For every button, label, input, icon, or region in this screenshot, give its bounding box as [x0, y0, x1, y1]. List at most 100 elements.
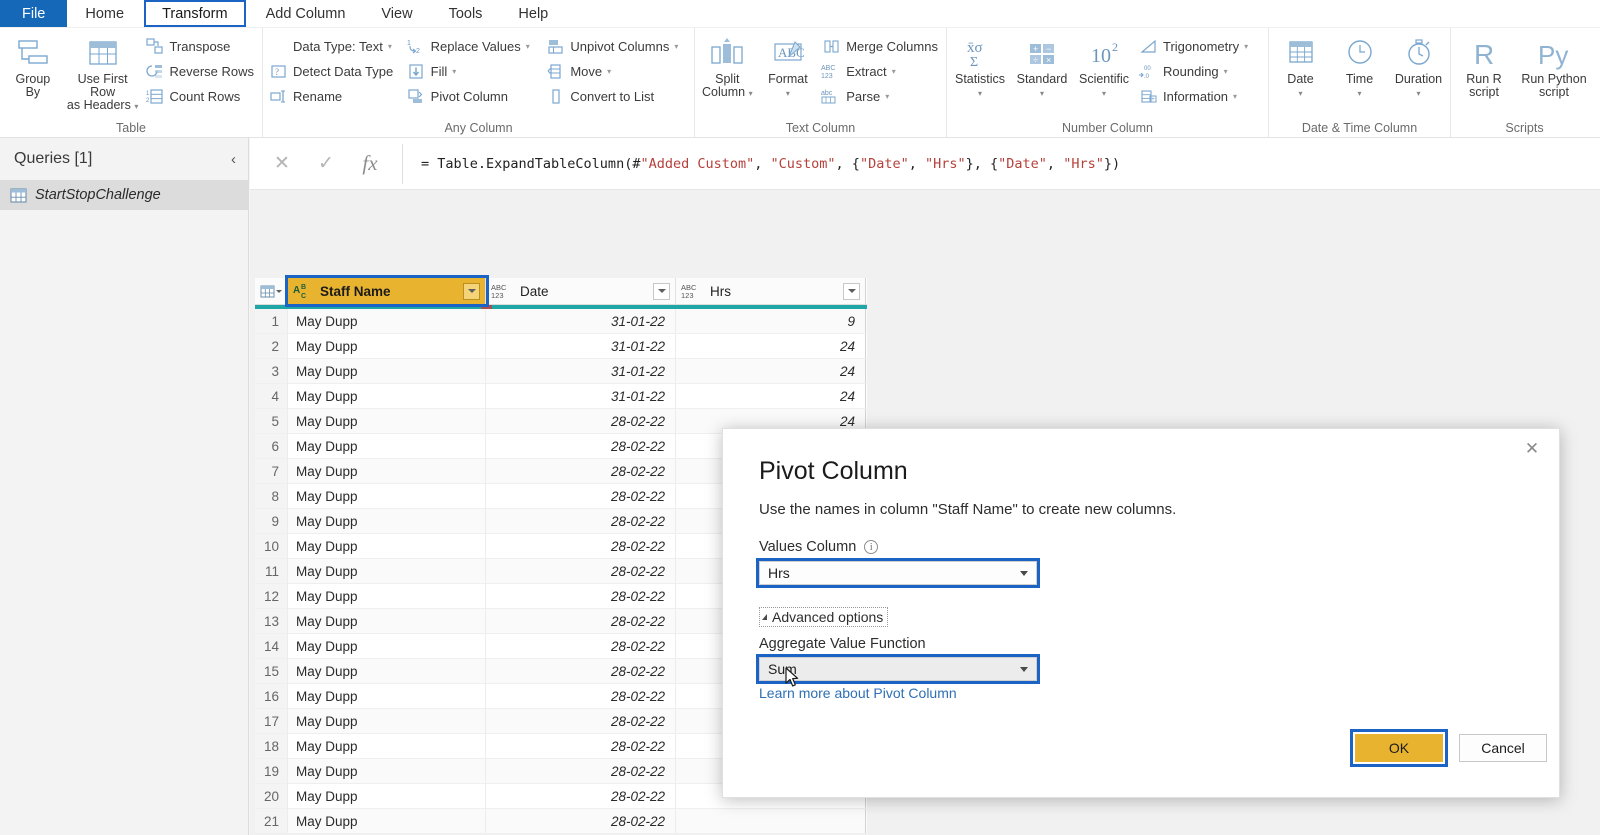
- cancel-button[interactable]: Cancel: [1459, 734, 1547, 762]
- tab-home[interactable]: Home: [67, 0, 142, 27]
- duration-button[interactable]: Duration ▾: [1389, 32, 1448, 102]
- cell-name[interactable]: May Dupp: [288, 359, 486, 383]
- cell-date[interactable]: 28-02-22: [486, 734, 676, 758]
- cell-name[interactable]: May Dupp: [288, 484, 486, 508]
- cell-name[interactable]: May Dupp: [288, 509, 486, 533]
- cell-name[interactable]: May Dupp: [288, 709, 486, 733]
- table-row[interactable]: 1 May Dupp 31-01-22 9: [255, 309, 867, 334]
- merge-columns-button[interactable]: Merge Columns: [818, 34, 944, 59]
- cell-num[interactable]: 3: [255, 359, 288, 383]
- cell-date[interactable]: 28-02-22: [486, 434, 676, 458]
- cell-date[interactable]: 28-02-22: [486, 709, 676, 733]
- table-row[interactable]: 21 May Dupp 28-02-22: [255, 809, 867, 834]
- cell-name[interactable]: May Dupp: [288, 534, 486, 558]
- cell-date[interactable]: 28-02-22: [486, 559, 676, 583]
- cell-date[interactable]: 28-02-22: [486, 409, 676, 433]
- transpose-button[interactable]: Transpose: [141, 34, 260, 59]
- cell-num[interactable]: 14: [255, 634, 288, 658]
- cell-date[interactable]: 28-02-22: [486, 534, 676, 558]
- column-filter-hrs-button[interactable]: [843, 282, 860, 300]
- advanced-options-toggle[interactable]: Advanced options: [759, 607, 889, 627]
- collapse-pane-icon[interactable]: ‹: [231, 151, 236, 168]
- cell-name[interactable]: May Dupp: [288, 734, 486, 758]
- tab-file[interactable]: File: [0, 0, 68, 27]
- cell-name[interactable]: May Dupp: [288, 334, 486, 358]
- cell-hrs[interactable]: 24: [676, 334, 866, 358]
- close-icon[interactable]: ✕: [1517, 435, 1547, 463]
- cell-name[interactable]: May Dupp: [288, 584, 486, 608]
- cell-date[interactable]: 28-02-22: [486, 809, 676, 833]
- run-python-script-button[interactable]: Py Run Python script: [1515, 32, 1593, 102]
- group-by-button[interactable]: Group By: [2, 32, 64, 102]
- cell-num[interactable]: 21: [255, 809, 288, 833]
- cell-date[interactable]: 28-02-22: [486, 634, 676, 658]
- standard-button[interactable]: + − ÷ × Standard ▾: [1011, 32, 1073, 102]
- cell-name[interactable]: May Dupp: [288, 759, 486, 783]
- cell-date[interactable]: 28-02-22: [486, 684, 676, 708]
- cell-num[interactable]: 11: [255, 559, 288, 583]
- cell-num[interactable]: 10: [255, 534, 288, 558]
- formula-input[interactable]: = Table.ExpandTableColumn(#"Added Custom…: [403, 156, 1600, 172]
- cell-num[interactable]: 20: [255, 784, 288, 808]
- cell-num[interactable]: 17: [255, 709, 288, 733]
- table-row[interactable]: 4 May Dupp 31-01-22 24: [255, 384, 867, 409]
- rounding-button[interactable]: 00 .0 Rounding ▾: [1135, 59, 1254, 84]
- cell-num[interactable]: 7: [255, 459, 288, 483]
- formula-cancel-icon[interactable]: ✕: [260, 152, 304, 175]
- cell-hrs[interactable]: 24: [676, 384, 866, 408]
- formula-fx-icon[interactable]: fx: [348, 151, 392, 176]
- cell-num[interactable]: 12: [255, 584, 288, 608]
- select-all-table-icon[interactable]: [255, 278, 288, 304]
- cell-name[interactable]: May Dupp: [288, 309, 486, 333]
- cell-num[interactable]: 8: [255, 484, 288, 508]
- cell-date[interactable]: 28-02-22: [486, 509, 676, 533]
- cell-date[interactable]: 28-02-22: [486, 609, 676, 633]
- tab-help[interactable]: Help: [500, 0, 566, 27]
- unpivot-columns-button[interactable]: Unpivot Columns ▾: [542, 34, 692, 59]
- column-header-staff-name[interactable]: A B C Staff Name: [285, 275, 489, 307]
- info-icon[interactable]: i: [864, 540, 879, 554]
- cell-num[interactable]: 6: [255, 434, 288, 458]
- run-r-script-button[interactable]: R Run Rscript: [1453, 32, 1515, 102]
- statistics-button[interactable]: x̄σ Σ Statistics ▾: [949, 32, 1011, 102]
- fill-button[interactable]: Fill ▾: [403, 59, 543, 84]
- cell-name[interactable]: May Dupp: [288, 459, 486, 483]
- cell-hrs[interactable]: 24: [676, 359, 866, 383]
- trigonometry-button[interactable]: Trigonometry ▾: [1135, 34, 1254, 59]
- extract-button[interactable]: ABC 123 Extract ▾: [818, 59, 944, 84]
- cell-num[interactable]: 19: [255, 759, 288, 783]
- cell-num[interactable]: 5: [255, 409, 288, 433]
- information-button[interactable]: + Information ▾: [1135, 84, 1254, 109]
- cell-date[interactable]: 31-01-22: [486, 384, 676, 408]
- move-button[interactable]: Move ▾: [542, 59, 692, 84]
- cell-name[interactable]: May Dupp: [288, 784, 486, 808]
- cell-num[interactable]: 13: [255, 609, 288, 633]
- cell-date[interactable]: 28-02-22: [486, 584, 676, 608]
- cell-date[interactable]: 31-01-22: [486, 334, 676, 358]
- cell-name[interactable]: May Dupp: [288, 434, 486, 458]
- cell-num[interactable]: 4: [255, 384, 288, 408]
- cell-hrs[interactable]: 9: [676, 309, 866, 333]
- scientific-button[interactable]: 10 2 Scientific ▾: [1073, 32, 1135, 102]
- reverse-rows-button[interactable]: Reverse Rows: [141, 59, 260, 84]
- cell-num[interactable]: 9: [255, 509, 288, 533]
- column-filter-date-button[interactable]: [653, 282, 670, 300]
- format-button[interactable]: ABC Format▾: [758, 32, 819, 102]
- formula-confirm-icon[interactable]: ✓: [304, 152, 348, 175]
- count-rows-button[interactable]: 1 2 Count Rows: [141, 84, 260, 109]
- cell-num[interactable]: 16: [255, 684, 288, 708]
- tab-tools[interactable]: Tools: [431, 0, 501, 27]
- rename-button[interactable]: Rename: [265, 84, 403, 109]
- replace-values-button[interactable]: 1 2 Replace Values ▾: [403, 34, 543, 59]
- column-header-hrs[interactable]: ABC 123 Hrs: [676, 278, 866, 304]
- split-column-button[interactable]: Split Column ▾: [697, 32, 758, 102]
- tab-add-column[interactable]: Add Column: [248, 0, 364, 27]
- use-first-row-as-headers-button[interactable]: Use First Row as Headers ▾: [64, 32, 142, 115]
- cell-num[interactable]: 18: [255, 734, 288, 758]
- cell-name[interactable]: May Dupp: [288, 609, 486, 633]
- query-list-item-startstopchallenge[interactable]: StartStopChallenge: [0, 180, 248, 210]
- pivot-column-button[interactable]: Pivot Column: [403, 84, 543, 109]
- cell-name[interactable]: May Dupp: [288, 409, 486, 433]
- cell-name[interactable]: May Dupp: [288, 684, 486, 708]
- cell-name[interactable]: May Dupp: [288, 634, 486, 658]
